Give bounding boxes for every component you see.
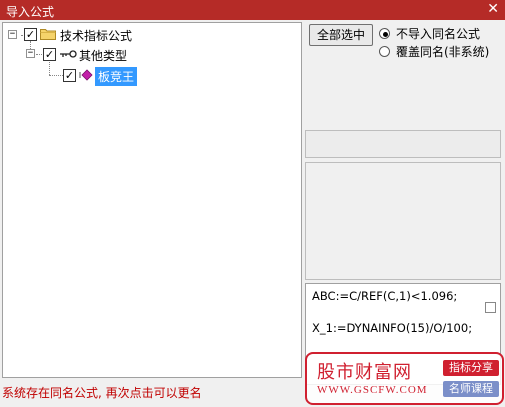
watermark-url: WWW.GSCFW.COM xyxy=(317,384,428,396)
leaf-checkbox[interactable]: ✓ xyxy=(63,69,76,82)
radio-label[interactable]: 覆盖同名(非系统) xyxy=(396,43,489,60)
close-button[interactable]: ✕ xyxy=(487,1,499,17)
watermark-tag: 指标分享 xyxy=(443,360,499,376)
radio-skip-duplicates[interactable] xyxy=(379,28,390,39)
status-message: 系统存在同名公式, 再次点击可以更名 xyxy=(2,386,202,400)
tree-toggle-root[interactable]: − xyxy=(8,30,17,39)
tree-node-label[interactable]: 技术指标公式 xyxy=(60,27,132,44)
title-bar: 导入公式 ✕ xyxy=(0,0,505,20)
tree-node-label-selected[interactable]: 板竞王 xyxy=(95,67,138,86)
root-checkbox[interactable]: ✓ xyxy=(24,28,37,41)
radio-label[interactable]: 不导入同名公式 xyxy=(396,25,480,42)
watermark-logo: 股市财富网 WWW.GSCFW.COM 指标分享 名师课程 xyxy=(305,352,504,405)
tree-connector xyxy=(49,75,63,76)
info-box xyxy=(305,130,501,158)
code-checkbox[interactable] xyxy=(485,302,496,313)
radio-overwrite[interactable] xyxy=(379,46,390,57)
code-line: ABC:=C/REF(C,1)<1.096; xyxy=(312,289,458,303)
key-icon xyxy=(60,50,77,58)
tree-toggle-child[interactable]: − xyxy=(26,49,35,58)
select-all-button[interactable]: 全部选中 xyxy=(309,24,373,46)
formula-icon xyxy=(79,69,93,81)
window-title: 导入公式 xyxy=(6,5,55,19)
formula-tree[interactable]: − ✓ 技术指标公式 − ✓ 其他类型 ✓ 板竞王 xyxy=(2,22,302,378)
radio-selected-dot xyxy=(383,32,388,37)
code-line: X_1:=DYNAINFO(15)/O/100; xyxy=(312,321,473,335)
folder-icon xyxy=(40,29,56,40)
watermark-brand: 股市财富网 xyxy=(317,362,412,383)
description-box xyxy=(305,162,501,280)
watermark-tag: 名师课程 xyxy=(443,381,499,397)
child-checkbox[interactable]: ✓ xyxy=(43,48,56,61)
tree-node-label[interactable]: 其他类型 xyxy=(79,47,127,64)
tree-connector xyxy=(49,60,50,75)
